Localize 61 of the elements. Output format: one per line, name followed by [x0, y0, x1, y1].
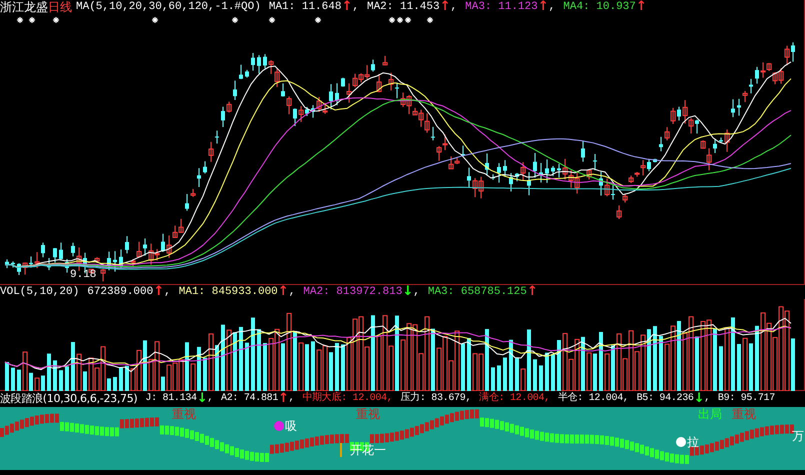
- trend-arrow: ↑: [538, 0, 549, 14]
- indicator-reading: 压力: 83.679,: [400, 392, 472, 406]
- indicator-reading: MA2: 11.453: [366, 0, 440, 14]
- star-marker-icon: [405, 17, 411, 23]
- indicator-name: 波段踏浪(10,30,6,6,-23,75): [0, 392, 138, 406]
- star-marker-icon: [53, 17, 59, 23]
- indicator-reading: 满仓: 12.004,: [479, 392, 550, 406]
- star-marker-icon: [269, 17, 275, 23]
- star-marker-icon: [427, 17, 433, 23]
- indicator-name: MA(5,10,20,30,60,120,-1.#QO): [76, 0, 261, 14]
- indicator-reading: J: 81.134: [145, 392, 197, 406]
- signal-label: 吸: [285, 419, 297, 433]
- trend-arrow: ↑: [526, 285, 538, 299]
- signal-label: 重视: [172, 407, 196, 421]
- trend-arrow: ↑: [636, 0, 647, 14]
- trend-arrow: ↓: [402, 285, 414, 299]
- star-marker-icon: [17, 17, 23, 23]
- indicator-name: VOL(5,10,20): [0, 285, 80, 299]
- star-marker-icon: [29, 17, 35, 23]
- star-marker-icon: [397, 17, 403, 23]
- stock-name: 浙江龙盛: [0, 0, 48, 14]
- star-marker-icon: [232, 17, 238, 23]
- separator: ,: [413, 285, 420, 299]
- star-marker-icon: [389, 17, 395, 23]
- trend-arrow: ↑: [278, 392, 289, 406]
- star-marker-icon: [315, 17, 321, 23]
- signal-label: 开花一: [350, 443, 386, 457]
- indicator-reading: 半仓: 12.004,: [558, 392, 629, 406]
- indicator-reading: MA2: 813972.813: [303, 285, 402, 299]
- separator: ,: [288, 285, 296, 299]
- signal-label: 出局: [698, 407, 722, 421]
- indicator-reading: 中期大底: 12.004,: [302, 392, 392, 406]
- trend-arrow: ↑: [341, 0, 352, 14]
- indicator-reading: MA3: 11.123: [465, 0, 538, 14]
- signal-label: 重视: [356, 407, 380, 421]
- trend-arrow: ↑: [278, 285, 289, 299]
- indicator-reading: MA3: 658785.125: [428, 285, 527, 299]
- indicator-reading: MA1: 11.648: [268, 0, 342, 14]
- trend-arrow: ↓: [694, 392, 704, 406]
- separator: ,: [288, 392, 294, 406]
- trend-arrow: ↑: [153, 285, 164, 299]
- star-marker-icon: [152, 17, 158, 23]
- price-low-label: 9.18: [70, 268, 96, 282]
- indicator-reading: MA4: 10.937: [563, 0, 636, 14]
- indicator-reading: B9: 95.717: [718, 392, 775, 406]
- indicator-reading: MA1: 845933.000: [178, 285, 278, 299]
- indicator-reading: A2: 74.881: [221, 392, 278, 406]
- separator: ,: [164, 285, 171, 299]
- separator: ,: [704, 392, 710, 406]
- separator: ,: [352, 0, 359, 14]
- separator: ,: [548, 0, 556, 14]
- separator: ,: [450, 0, 458, 14]
- separator: ,: [207, 392, 214, 406]
- trend-arrow: ↓: [196, 392, 208, 406]
- indicator-reading: B5: 94.236: [636, 392, 694, 406]
- indicator-reading: 672389.000: [87, 285, 154, 299]
- signal-label: 拉: [687, 435, 699, 449]
- period-label: 日线: [48, 0, 72, 14]
- trend-arrow: ↑: [440, 0, 451, 14]
- signal-label: 重视: [732, 407, 756, 421]
- signal-label: 万: [792, 429, 804, 443]
